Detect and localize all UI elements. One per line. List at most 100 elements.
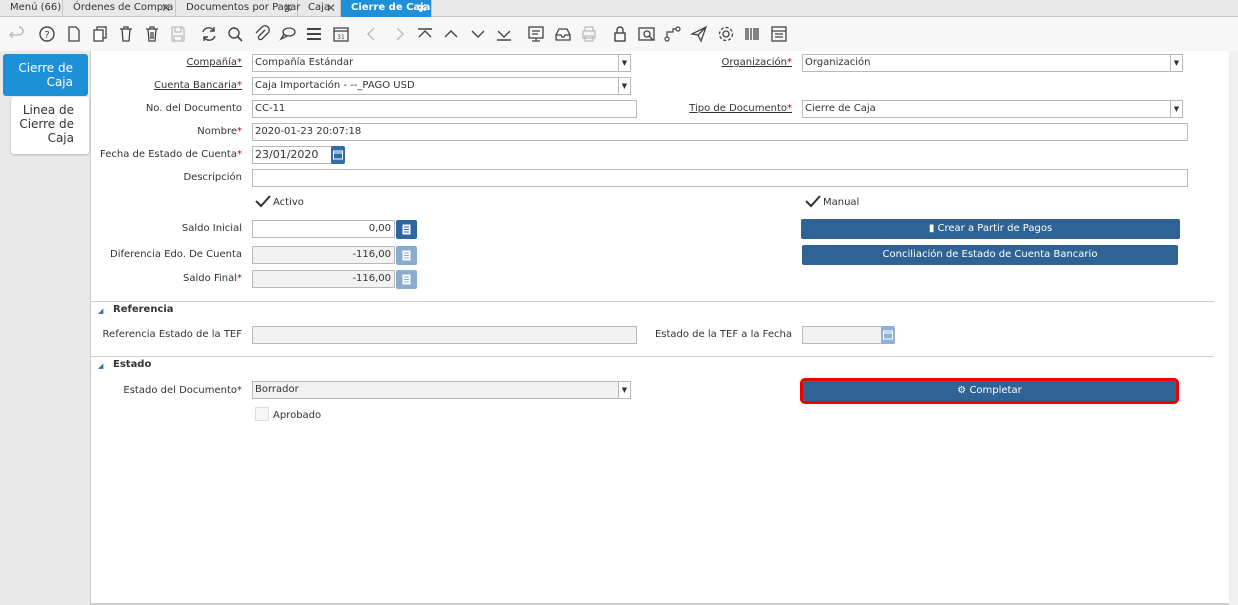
doc-type-field[interactable]: Cierre de Caja ▼ <box>802 100 1183 118</box>
find-icon[interactable] <box>225 24 245 44</box>
print-icon[interactable] <box>579 24 599 44</box>
organization-label: Organización* <box>721 57 792 68</box>
refresh-icon[interactable] <box>199 24 219 44</box>
approved-checkbox <box>255 407 269 421</box>
tab-documentos-por-pagar[interactable]: Documentos por Pagar ✕ <box>176 0 300 17</box>
reference-section-title[interactable]: Referencia <box>113 304 174 315</box>
statement-date-label: Fecha de Estado de Cuenta* <box>100 149 242 160</box>
tab-caja[interactable]: Caja ✕ <box>298 0 341 17</box>
doc-number-field[interactable]: CC-11 <box>252 100 637 118</box>
zoom-across-icon[interactable] <box>637 24 657 44</box>
attachment-icon[interactable] <box>252 24 272 44</box>
name-field[interactable]: 2020-01-23 20:07:18 <box>252 123 1188 141</box>
ending-balance-field: -116,00 <box>252 270 395 288</box>
svg-text:31: 31 <box>337 34 345 41</box>
bank-account-field[interactable]: Caja Importación - --_PAGO USD ▼ <box>252 77 631 95</box>
calculator-icon[interactable] <box>396 220 417 239</box>
lock-icon[interactable] <box>610 24 630 44</box>
doc-type-label: Tipo de Documento* <box>689 103 792 114</box>
status-section-title[interactable]: Estado <box>113 359 151 370</box>
ending-balance-label: Saldo Final* <box>183 273 242 284</box>
calculator-icon <box>396 270 417 289</box>
save-icon[interactable] <box>168 24 188 44</box>
organization-field[interactable]: Organización ▼ <box>802 54 1183 72</box>
scrollbar[interactable] <box>1229 51 1238 605</box>
chevron-down-icon: ▼ <box>618 382 630 398</box>
name-label: Nombre* <box>197 126 242 137</box>
collapse-icon[interactable]: ◢ <box>98 307 103 315</box>
tab-cierre-de-caja[interactable]: Cierre de Caja ✕ <box>341 0 432 17</box>
complete-button[interactable]: ⚙ Completar <box>800 378 1179 404</box>
last-record-icon[interactable] <box>494 24 514 44</box>
active-checkbox[interactable] <box>255 194 271 208</box>
eft-date-field <box>802 326 882 344</box>
tab-label: Órdenes de Compra <box>73 2 174 13</box>
chevron-down-icon[interactable]: ▼ <box>1170 55 1182 71</box>
side-tab-cierre-de-caja[interactable]: Cierre de Caja <box>3 54 88 96</box>
detail-tab-panel: Cierre de Caja Linea de Cierre de Caja <box>0 51 91 605</box>
company-label: Compañía* <box>186 57 242 68</box>
toolbar: ? 31 <box>0 17 1238 51</box>
collapse-icon[interactable]: ◢ <box>98 362 103 370</box>
manual-checkbox[interactable] <box>805 194 821 208</box>
calendar-icon <box>881 326 895 344</box>
document-icon: ▮ <box>928 223 938 234</box>
approved-label: Aprobado <box>273 410 322 421</box>
doc-status-label: Estado del Documento* <box>123 385 242 396</box>
chevron-down-icon[interactable]: ▼ <box>1170 101 1182 117</box>
create-from-payments-button[interactable]: ▮ Crear a Partir de Pagos <box>801 219 1180 239</box>
divider <box>91 301 1214 302</box>
settings-icon[interactable] <box>716 24 736 44</box>
product-info-icon[interactable] <box>742 24 762 44</box>
tab-ordenes-de-compra[interactable]: Órdenes de Compra ✕ <box>63 0 176 17</box>
close-icon[interactable]: ✕ <box>417 0 427 16</box>
description-field[interactable] <box>252 169 1188 187</box>
calendar-icon[interactable]: 31 <box>331 24 351 44</box>
doc-status-field: Borrador ▼ <box>252 381 631 399</box>
eft-reference-field <box>252 326 637 344</box>
close-icon[interactable]: ✕ <box>161 0 171 16</box>
description-label: Descripción <box>183 172 242 183</box>
process-icon[interactable] <box>769 24 789 44</box>
side-tab-linea-de-cierre-de-caja[interactable]: Linea de Cierre de Caja <box>11 97 89 154</box>
statement-date-field[interactable]: 23/01/2020 <box>252 146 332 164</box>
manual-label: Manual <box>823 197 860 208</box>
detail-record-icon[interactable] <box>468 24 488 44</box>
statement-difference-field: -116,00 <box>252 246 395 264</box>
window-tab-bar: Menú (66) Órdenes de Compra ✕ Documentos… <box>0 0 1238 17</box>
delete-selection-icon[interactable] <box>142 24 162 44</box>
first-record-icon[interactable] <box>415 24 435 44</box>
undo-icon[interactable] <box>7 24 27 44</box>
gear-icon: ⚙ <box>957 385 967 396</box>
parent-record-icon[interactable] <box>441 24 461 44</box>
bank-reconciliation-button[interactable]: Conciliación de Estado de Cuenta Bancari… <box>802 245 1178 265</box>
doc-number-label: No. del Documento <box>145 103 242 114</box>
copy-icon[interactable] <box>90 24 110 44</box>
close-icon[interactable]: ✕ <box>283 0 293 16</box>
workflow-icon[interactable] <box>663 24 683 44</box>
calendar-icon[interactable] <box>331 146 345 164</box>
archive-icon[interactable] <box>553 24 573 44</box>
delete-icon[interactable] <box>116 24 136 44</box>
grid-toggle-icon[interactable] <box>304 24 324 44</box>
help-icon[interactable]: ? <box>37 24 57 44</box>
tab-label: Menú (66) <box>10 2 62 13</box>
beginning-balance-field[interactable]: 0,00 <box>252 220 395 238</box>
active-label: Activo <box>273 197 304 208</box>
svg-text:?: ? <box>44 30 49 41</box>
eft-reference-label: Referencia Estado de la TEF <box>102 329 242 340</box>
post-icon[interactable] <box>689 24 709 44</box>
company-field[interactable]: Compañía Estándar ▼ <box>252 54 631 72</box>
beginning-balance-label: Saldo Inicial <box>181 223 242 234</box>
next-icon[interactable] <box>389 24 409 44</box>
chevron-down-icon[interactable]: ▼ <box>618 78 630 94</box>
previous-icon[interactable] <box>362 24 382 44</box>
chat-icon[interactable] <box>278 24 298 44</box>
close-icon[interactable]: ✕ <box>326 0 336 16</box>
statement-difference-label: Diferencia Edo. De Cuenta <box>110 249 242 260</box>
new-icon[interactable] <box>64 24 84 44</box>
chevron-down-icon[interactable]: ▼ <box>618 55 630 71</box>
tab-menu[interactable]: Menú (66) <box>0 0 63 17</box>
report-icon[interactable] <box>526 24 546 44</box>
bank-account-label: Cuenta Bancaria* <box>153 80 242 91</box>
